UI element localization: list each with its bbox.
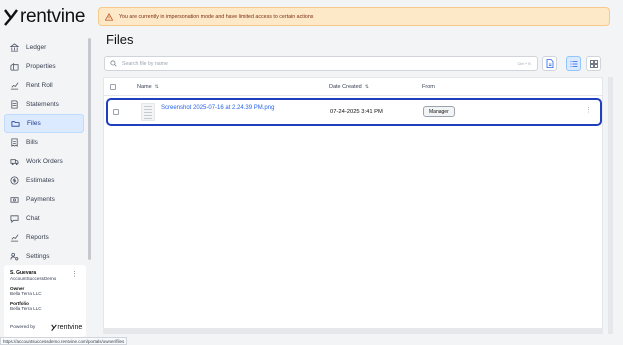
sidebar-item-estimates[interactable]: Estimates — [4, 171, 84, 190]
sidebar-item-work-orders[interactable]: Work Orders — [4, 152, 84, 171]
owner-value: Bella Terra LLC — [10, 291, 42, 296]
chart-icon — [10, 234, 19, 242]
sort-icon[interactable]: ⇅ — [365, 84, 369, 90]
folder-icon — [11, 121, 20, 127]
status-bar-url: https://accountsuccessdemo.rentvine.com/… — [0, 337, 128, 345]
row-menu-icon[interactable]: ⋮ — [585, 107, 592, 114]
sidebar-item-properties[interactable]: Properties — [4, 57, 84, 76]
document-icon — [11, 100, 18, 109]
file-name-link[interactable]: Screenshot 2025-07-16 at 2.24.39 PM.png — [161, 105, 274, 111]
column-from-label: From — [422, 84, 435, 90]
logo-text: rentvine — [20, 6, 86, 27]
sidebar-item-label: Payments — [26, 196, 55, 203]
grid-view-button[interactable] — [586, 56, 601, 71]
sidebar-item-label: Settings — [26, 253, 50, 260]
column-header-name[interactable]: Name ⇅ — [137, 84, 159, 90]
sidebar-item-label: Ledger — [26, 44, 47, 51]
sidebar-item-rent-roll[interactable]: Rent Roll — [4, 76, 84, 95]
sidebar-item-label: Chat — [26, 215, 40, 222]
column-header-date[interactable]: Date Created ⇅ — [329, 84, 369, 90]
search-icon — [110, 60, 117, 67]
file-date: 07-24-2025 3:41 PM — [330, 109, 383, 115]
table-header: Name ⇅ Date Created ⇅ From — [104, 78, 602, 96]
sidebar-item-statements[interactable]: Statements — [4, 95, 84, 114]
sidebar-item-reports[interactable]: Reports — [4, 228, 84, 247]
powered-by-label: Powered by — [10, 325, 36, 330]
chat-icon — [10, 215, 19, 223]
from-badge: Manager — [423, 106, 455, 117]
sidebar-item-label: Statements — [26, 101, 59, 108]
sidebar-item-label: Properties — [26, 63, 56, 70]
column-name-label: Name — [137, 84, 152, 90]
sidebar-item-bills[interactable]: Bills — [4, 133, 84, 152]
sidebar-item-chat[interactable]: Chat — [4, 209, 84, 228]
files-table: Name ⇅ Date Created ⇅ From Screenshot 20… — [103, 77, 603, 334]
sidebar-item-label: Reports — [26, 234, 49, 241]
powered-by-logo-text: rentvine — [57, 324, 83, 331]
sidebar-scrollbar[interactable] — [88, 38, 91, 260]
user-account: AccountSuccessDemo — [10, 276, 57, 281]
bank-icon — [10, 43, 19, 52]
receipt-icon — [11, 138, 18, 147]
dollar-icon — [10, 176, 19, 185]
sidebar-item-label: Estimates — [26, 177, 55, 184]
powered-by: Powered by rentvine — [10, 324, 82, 331]
table-row[interactable]: Screenshot 2025-07-16 at 2.24.39 PM.png … — [106, 98, 602, 126]
search-placeholder: Search file by name — [122, 60, 168, 67]
sort-icon[interactable]: ⇅ — [155, 84, 159, 90]
select-all-checkbox[interactable] — [110, 84, 116, 90]
page-title: Files — [106, 32, 134, 47]
sidebar-item-settings[interactable]: Settings — [4, 247, 84, 266]
people-gear-icon — [10, 252, 19, 261]
sidebar-item-payments[interactable]: Payments — [4, 190, 84, 209]
sidebar-item-label: Rent Roll — [26, 82, 53, 89]
list-view-button[interactable] — [566, 56, 581, 71]
file-thumbnail[interactable] — [141, 103, 155, 121]
list-icon — [570, 60, 577, 67]
sidebar-item-label: Files — [27, 120, 41, 127]
sidebar-item-label: Work Orders — [26, 158, 63, 165]
rentvine-logo-icon — [4, 9, 18, 26]
sidebar-item-ledger[interactable]: Ledger — [4, 38, 84, 57]
money-icon — [10, 197, 19, 203]
brand-logo[interactable]: rentvine — [4, 6, 86, 28]
building-icon — [10, 63, 19, 71]
impersonation-banner: You are currently in impersonation mode … — [98, 7, 610, 26]
search-input[interactable]: Search file by name Ctrl + K — [104, 56, 538, 71]
powered-by-logo: rentvine — [51, 324, 82, 331]
user-menu-icon[interactable]: ⋮ — [71, 270, 78, 278]
truck-icon — [10, 159, 19, 166]
upload-file-button[interactable] — [542, 56, 557, 71]
file-icon — [546, 59, 553, 68]
row-checkbox[interactable] — [113, 109, 119, 115]
sidebar-item-label: Bills — [26, 139, 38, 146]
sidebar: rentvine Ledger Properties Rent Roll Sta… — [0, 0, 95, 345]
user-card: S. Guevara AccountSuccessDemo ⋮ Owner Be… — [4, 265, 86, 337]
column-header-from: From — [422, 84, 435, 90]
horizontal-scrollbar[interactable] — [104, 328, 602, 333]
portfolio-value: Bella Terra LLC — [10, 306, 42, 311]
column-date-label: Date Created — [329, 84, 362, 90]
chart-icon — [10, 82, 19, 90]
grid-icon — [589, 59, 598, 68]
warning-icon — [105, 12, 113, 21]
sidebar-item-files[interactable]: Files — [4, 114, 84, 133]
vertical-scrollbar[interactable] — [608, 77, 613, 334]
banner-text: You are currently in impersonation mode … — [119, 13, 314, 20]
search-shortcut: Ctrl + K — [517, 61, 531, 66]
sidebar-nav: Ledger Properties Rent Roll Statements F… — [4, 38, 84, 266]
